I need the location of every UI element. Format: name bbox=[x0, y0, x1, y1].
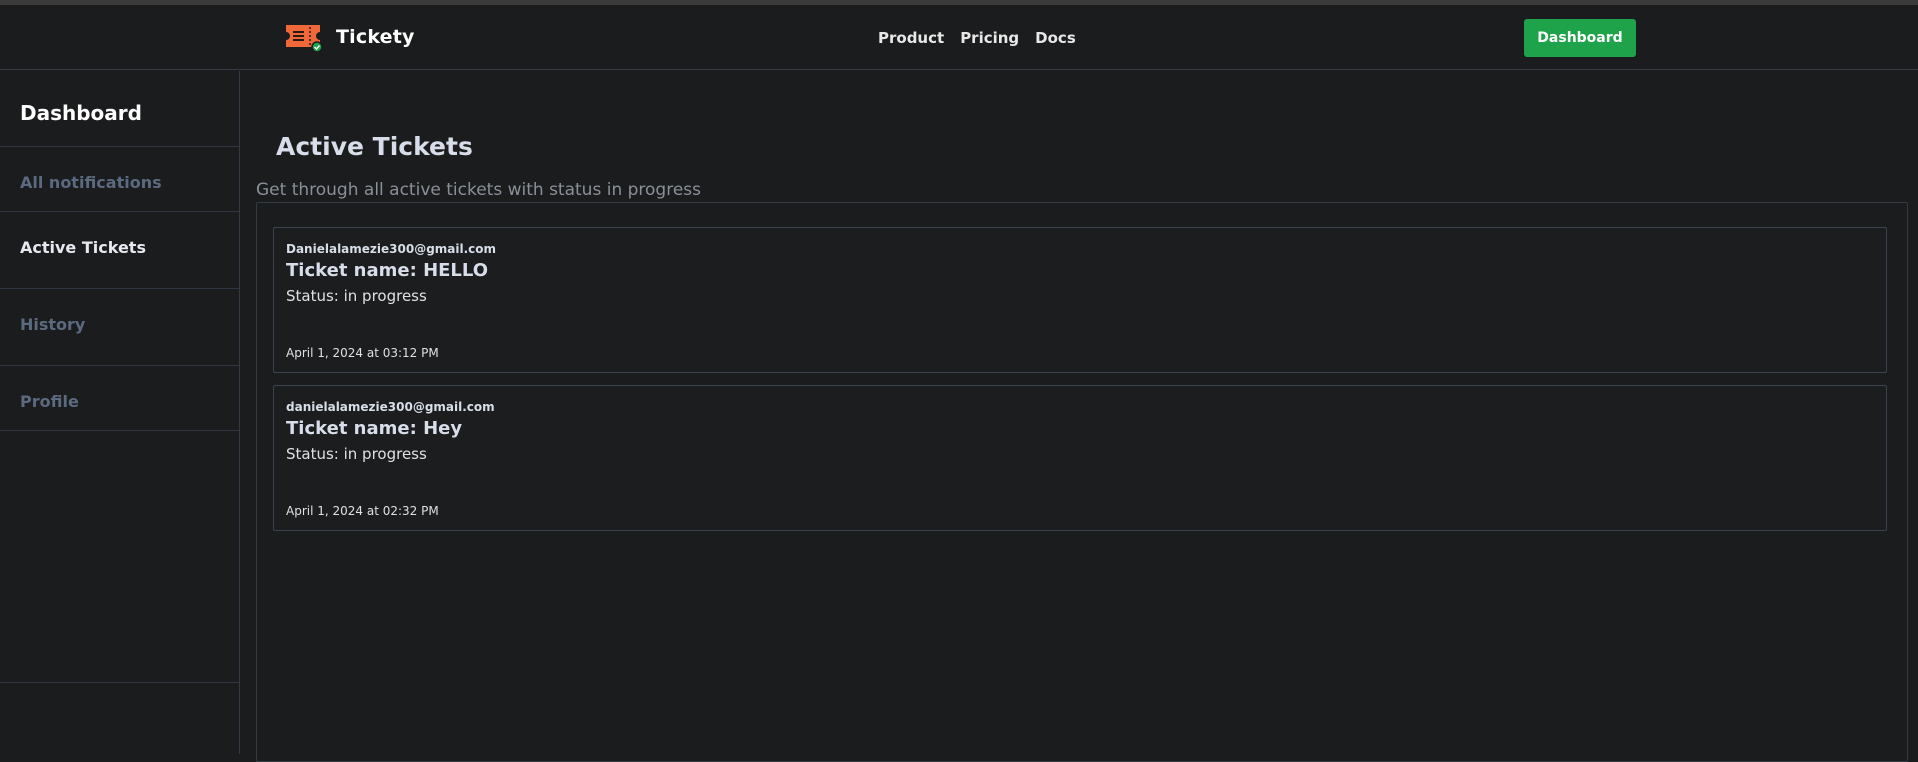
sidebar-title: Dashboard bbox=[20, 101, 142, 125]
sidebar-item-all-notifications[interactable]: All notifications bbox=[0, 146, 239, 212]
sidebar: Dashboard All notifications Active Ticke… bbox=[0, 71, 240, 754]
ticket-status: Status: in progress bbox=[286, 287, 427, 305]
main-nav: Product Pricing Docs bbox=[878, 29, 1076, 47]
sidebar-item-history[interactable]: History bbox=[0, 288, 239, 354]
nav-docs[interactable]: Docs bbox=[1035, 29, 1076, 47]
brand[interactable]: Tickety bbox=[284, 19, 415, 55]
brand-name: Tickety bbox=[336, 26, 415, 48]
ticket-name: Ticket name: HELLO bbox=[286, 260, 489, 281]
ticket-date: April 1, 2024 at 02:32 PM bbox=[286, 504, 439, 518]
nav-pricing[interactable]: Pricing bbox=[960, 29, 1019, 47]
sidebar-divider bbox=[0, 682, 239, 683]
ticket-email: Danielalamezie300@gmail.com bbox=[286, 242, 497, 256]
nav-product[interactable]: Product bbox=[878, 29, 944, 47]
ticket-status: Status: in progress bbox=[286, 445, 427, 463]
ticket-card[interactable]: danielalamezie300@gmail.com Ticket name:… bbox=[273, 385, 1887, 531]
ticket-date: April 1, 2024 at 03:12 PM bbox=[286, 346, 439, 360]
sidebar-item-active-tickets[interactable]: Active Tickets bbox=[0, 211, 239, 277]
ticket-email: danielalamezie300@gmail.com bbox=[286, 400, 495, 414]
sidebar-item-profile[interactable]: Profile bbox=[0, 365, 239, 431]
dashboard-button[interactable]: Dashboard bbox=[1524, 19, 1636, 57]
ticket-logo-icon bbox=[286, 25, 323, 53]
page-title: Active Tickets bbox=[276, 132, 473, 161]
ticket-card[interactable]: Danielalamezie300@gmail.com Ticket name:… bbox=[273, 227, 1887, 373]
ticket-name: Ticket name: Hey bbox=[286, 418, 463, 439]
tickets-panel: Danielalamezie300@gmail.com Ticket name:… bbox=[256, 202, 1908, 762]
page-subtitle: Get through all active tickets with stat… bbox=[256, 180, 702, 200]
top-navbar: Tickety Product Pricing Docs Dashboard bbox=[0, 5, 1918, 70]
